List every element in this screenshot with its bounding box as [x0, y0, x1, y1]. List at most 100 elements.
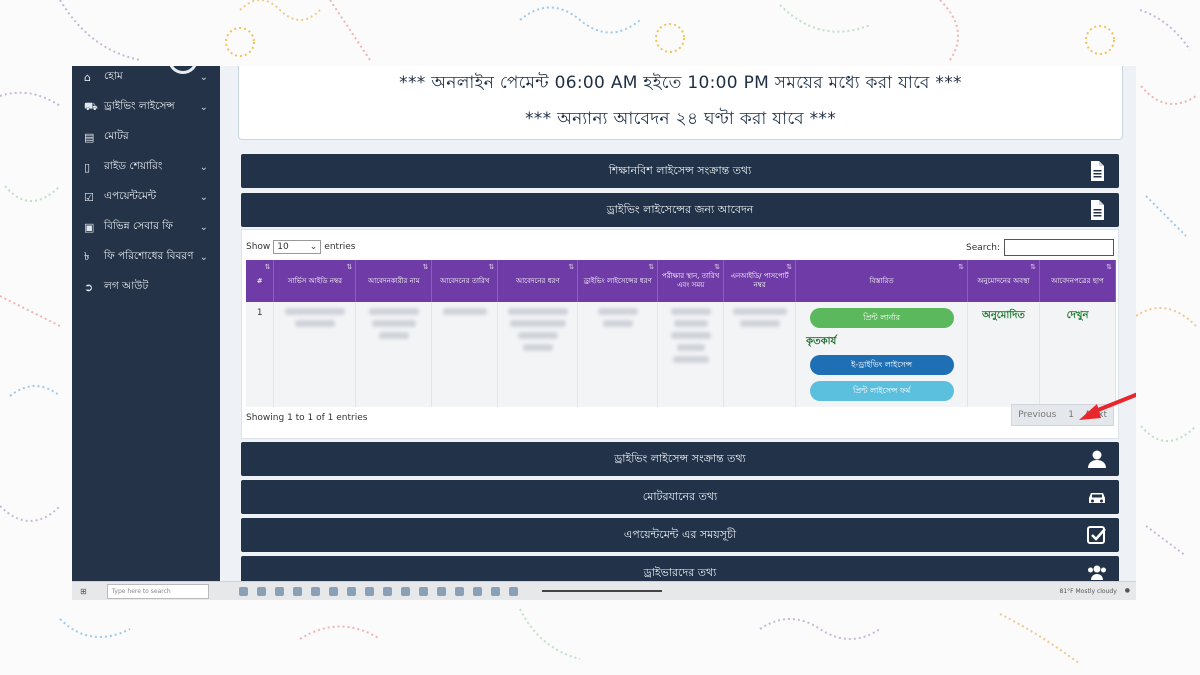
pagination: Previous 1 Next [1011, 404, 1114, 426]
app-icon[interactable] [490, 586, 500, 596]
column-header[interactable]: ⇅ ড্রাইভিং লাইসেন্সের ধরণ [577, 260, 659, 302]
sort-icon: ⇅ [648, 263, 655, 271]
sidebar-item-label: ড্রাইভিং লাইসেন্স [104, 99, 175, 112]
decorative-pattern-right [1135, 66, 1200, 599]
panel-title: এপয়েন্টমেন্ট এর সময়সূচী [623, 527, 737, 541]
view-link[interactable]: দেখুন [1044, 308, 1111, 325]
print-learner-button[interactable]: প্রিন্ট লার্নার [809, 308, 954, 328]
app-icon[interactable] [508, 586, 518, 596]
column-header[interactable]: ⇅ অনুমোদনের অবস্থা [967, 260, 1040, 302]
app-icon[interactable] [346, 586, 356, 596]
check-square-icon: ☑ [84, 190, 94, 204]
app-icon[interactable] [400, 586, 410, 596]
panel-learner-license[interactable]: শিক্ষানবিশ লাইসেন্স সংক্রান্ত তথ্য [241, 154, 1119, 188]
sidebar-item-service-fees[interactable]: ▣ বিভিন্ন সেবার ফি ⌄ [72, 212, 220, 242]
app-icon[interactable] [472, 586, 482, 596]
decorative-pattern-bottom [0, 599, 1200, 675]
app-icon[interactable] [238, 586, 248, 596]
sidebar-item-label: এপয়েন্টমেন্ট [104, 189, 157, 202]
redacted-cell [497, 302, 579, 407]
sidebar-item-label: ফি পরিশোধের বিবরণ [104, 249, 194, 262]
redacted-cell [577, 302, 659, 407]
sidebar-item-appointment[interactable]: ☑ এপয়েন্টমেন্ট ⌄ [72, 182, 220, 212]
e-driving-license-button[interactable]: ই-ড্রাইভিং লাইসেন্স [809, 355, 954, 375]
status-passed: কৃতকার্য [806, 336, 837, 347]
chevron-down-icon: ⌄ [199, 191, 208, 203]
sort-icon: ⇅ [568, 263, 575, 271]
system-tray-clock[interactable]: ● [1125, 587, 1130, 594]
screenshot-window: ⌂ হোম ⌄ ⛟ ড্রাইভিং লাইসেন্স ⌄ ▤ মোটর ▯ র… [72, 66, 1136, 600]
page-1-button[interactable]: 1 [1062, 405, 1080, 425]
app-icon[interactable] [328, 586, 338, 596]
sort-icon: ⇅ [422, 263, 429, 271]
app-icon[interactable] [292, 586, 302, 596]
car-icon [1089, 493, 1105, 503]
print-license-form-button[interactable]: প্রিন্ট লাইসেন্স ফর্ম [809, 381, 954, 401]
next-button[interactable]: Next [1080, 405, 1113, 425]
decorative-pattern-top [0, 0, 1200, 66]
column-header[interactable]: ⇅ সার্ভিস আইডি নম্বর [273, 260, 357, 302]
app-icon[interactable] [256, 586, 266, 596]
sidebar-item-home[interactable]: ⌂ হোম ⌄ [72, 66, 220, 92]
applications-table: ⇅ # ⇅ সার্ভিস আইডি নম্বর ⇅ আবেদনকারীর নাম ⇅… [246, 260, 1117, 407]
weather-widget[interactable]: 81°F Mostly cloudy [1060, 588, 1117, 595]
app-icon[interactable] [436, 586, 446, 596]
sidebar-item-motor[interactable]: ▤ মোটর [72, 122, 220, 152]
windows-start-icon[interactable]: ⊞ [80, 587, 87, 596]
sidebar-item-logout[interactable]: ➲ লগ আউট [72, 272, 220, 302]
app-icon[interactable] [418, 586, 428, 596]
sidebar-item-driving-license[interactable]: ⛟ ড্রাইভিং লাইসেন্স ⌄ [72, 92, 220, 122]
search-input[interactable] [1004, 239, 1114, 256]
sidebar-item-payment-details[interactable]: ৳ ফি পরিশোধের বিবরণ ⌄ [72, 242, 220, 272]
panel-title: ড্রাইভিং লাইসেন্স সংক্রান্ত তথ্য [614, 451, 746, 465]
app-icon[interactable] [454, 586, 464, 596]
chevron-down-icon: ⌄ [199, 101, 208, 113]
column-header[interactable]: ⇅ # [246, 260, 275, 302]
taskbar-search[interactable]: Type here to search [106, 583, 209, 599]
sort-icon: ⇅ [1106, 263, 1112, 271]
chevron-down-icon: ⌄ [199, 251, 208, 263]
app-icon[interactable] [364, 586, 374, 596]
main-content: *** অনলাইন পেমেন্ট 06:00 AM হইতে 10:00 P… [220, 66, 1136, 590]
search-label: Search: [966, 242, 1000, 253]
column-header[interactable]: ⇅ আবেদনের ধরণ [497, 260, 579, 302]
app-icon[interactable] [310, 586, 320, 596]
column-header[interactable]: ⇅ এনআইডি/ পাসপোর্ট নম্বর [723, 260, 797, 302]
chevron-down-icon: ⌄ [199, 161, 208, 173]
money-icon: ▣ [84, 220, 95, 234]
previous-button[interactable]: Previous [1012, 405, 1062, 425]
column-header[interactable]: ⇅ বিস্তারিত [795, 260, 969, 302]
sort-icon: ⇅ [488, 263, 495, 271]
redacted-cell [723, 302, 797, 407]
redacted-cell [355, 302, 433, 407]
entries-select[interactable]: 10 ⌄ [273, 240, 322, 254]
details-cell: প্রিন্ট লার্নার কৃতকার্য ই-ড্রাইভিং লাইস… [795, 302, 969, 407]
entries-label: entries [324, 242, 356, 252]
sidebar-item-ride-sharing[interactable]: ▯ রাইড শেয়ারিং ⌄ [72, 152, 220, 182]
column-header[interactable]: ⇅ পরীক্ষার স্থান, তারিখ এবং সময় [657, 260, 725, 302]
sidebar-item-label: বিভিন্ন সেবার ফি [104, 219, 173, 232]
panel-driving-license-info[interactable]: ড্রাইভিং লাইসেন্স সংক্রান্ত তথ্য [241, 442, 1119, 476]
taka-icon: ৳ [84, 249, 90, 263]
panel-title: ড্রাইভারদের তথ্য [643, 565, 717, 579]
column-header[interactable]: ⇅ আবেদনকারীর নাম [355, 260, 433, 302]
table-search: Search: [966, 239, 1114, 256]
sort-icon: ⇅ [346, 263, 353, 271]
redacted-cell [657, 302, 725, 407]
panel-vehicle-info[interactable]: মোটরযানের তথ্য [241, 480, 1119, 514]
redacted-cell [431, 302, 499, 407]
user-icon [1088, 450, 1106, 468]
application-table-panel: Show 10 ⌄ entries Search: ⇅ # ⇅ সার্ভিস আই… [241, 229, 1119, 439]
check-square-icon [1087, 526, 1106, 544]
app-icon[interactable] [382, 586, 392, 596]
column-header[interactable]: ⇅ আবেদনপত্রের ছাপ [1039, 260, 1117, 302]
app-icon[interactable] [274, 586, 284, 596]
column-header[interactable]: ⇅ আবেদনের তারিখ [431, 260, 499, 302]
taskbar-app-icons [238, 586, 518, 596]
sidebar: ⌂ হোম ⌄ ⛟ ড্রাইভিং লাইসেন্স ⌄ ▤ মোটর ▯ র… [72, 66, 220, 581]
panel-driving-license-application[interactable]: ড্রাইভিং লাইসেন্সের জন্য আবেদন [241, 193, 1119, 227]
panel-appointment-schedule[interactable]: এপয়েন্টমেন্ট এর সময়সূচী [241, 518, 1119, 552]
table-row: 1 প্রিন্ট লার্নার কৃতকার্য ই-ড্রাইভিং লা… [246, 302, 1117, 407]
notice-box: *** অনলাইন পেমেন্ট 06:00 AM হইতে 10:00 P… [238, 66, 1123, 140]
windows-taskbar: ⊞ Type here to search 81°F Mostly cloudy… [72, 581, 1136, 600]
